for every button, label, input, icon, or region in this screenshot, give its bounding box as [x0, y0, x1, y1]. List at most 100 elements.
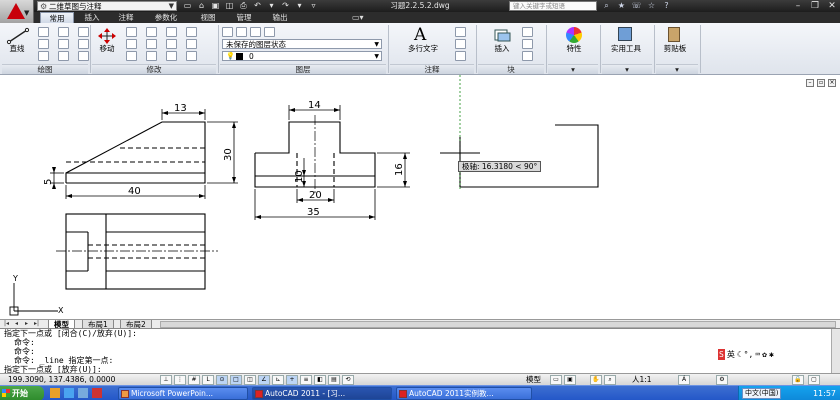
minimize-icon[interactable]: – — [792, 0, 804, 12]
tab-home[interactable]: 常用 — [40, 12, 74, 23]
clean-screen-button[interactable]: ▢ — [808, 375, 820, 385]
properties-panel-label[interactable]: ▾ — [548, 64, 598, 74]
layer-panel-label[interactable]: 图层 — [220, 64, 386, 74]
restore-icon[interactable]: ❐ — [809, 0, 821, 12]
offset-icon[interactable] — [186, 39, 197, 49]
line-tool-icon[interactable] — [6, 27, 30, 45]
zoom-button[interactable]: ⌕ — [604, 375, 616, 385]
point-icon[interactable] — [78, 51, 89, 61]
utilities-icon[interactable] — [618, 27, 632, 41]
horizontal-scrollbar[interactable] — [160, 321, 836, 328]
scale-icon[interactable] — [146, 51, 157, 61]
command-scrollbar[interactable] — [831, 329, 840, 374]
annotation-panel-label[interactable]: 注释 — [390, 64, 474, 74]
edit-block-icon[interactable] — [522, 39, 533, 49]
insert-block-icon[interactable] — [492, 27, 512, 43]
quick-view-drawings-button[interactable]: ▣ — [564, 375, 576, 385]
first-layout-icon[interactable]: |◂ — [2, 320, 11, 328]
last-layout-icon[interactable]: ▸| — [32, 320, 41, 328]
pan-button[interactable]: ✋ — [590, 375, 602, 385]
tab-parametric[interactable]: 参数化 — [146, 12, 186, 23]
polar-tracking-button[interactable]: ⊙ — [216, 375, 228, 385]
ime-mode-icon[interactable]: 英 — [727, 349, 735, 360]
infer-constraints-button[interactable]: ⊥ — [160, 375, 172, 385]
ime-skin-icon[interactable]: ✿ — [762, 349, 767, 360]
array-icon[interactable] — [166, 51, 177, 61]
tab-manage[interactable]: 管理 — [230, 12, 258, 23]
taskbar-item-autocad-1[interactable]: AutoCAD 2011 - [习... — [252, 387, 392, 400]
osnap-button[interactable]: □ — [230, 375, 242, 385]
close-icon[interactable]: ✕ — [826, 0, 838, 12]
lineweight-button[interactable]: ≡ — [300, 375, 312, 385]
spline-icon[interactable] — [78, 27, 89, 37]
ime-keyboard-icon[interactable]: ⌨ — [755, 349, 760, 360]
search-input[interactable]: 键入关键字或短语 — [509, 1, 597, 11]
layer-off-icon[interactable] — [264, 27, 275, 37]
redo-dropdown-icon[interactable]: ▾ — [294, 1, 305, 11]
input-language[interactable]: 中文(中国) — [742, 388, 782, 399]
ribbon-minimize-icon[interactable]: ▭▾ — [352, 12, 364, 23]
rectangle-icon[interactable] — [58, 27, 69, 37]
create-block-icon[interactable] — [522, 27, 533, 37]
ime-settings-icon[interactable]: ✱ — [769, 349, 774, 360]
favorites-icon[interactable]: ☆ — [646, 0, 657, 12]
move-tool-icon[interactable] — [96, 27, 118, 45]
lock-ui-button[interactable]: 🔒 — [792, 375, 804, 385]
grid-button[interactable]: # — [188, 375, 200, 385]
communication-icon[interactable]: ☏ — [631, 0, 642, 12]
open-icon[interactable]: ⌂ — [196, 1, 207, 11]
tab-output[interactable]: 输出 — [266, 12, 294, 23]
arc-icon[interactable] — [38, 51, 49, 61]
ortho-button[interactable]: L — [202, 375, 214, 385]
mirror-icon[interactable] — [146, 39, 157, 49]
ducs-button[interactable]: ⊾ — [272, 375, 284, 385]
annotation-visibility-button[interactable]: Á — [678, 375, 690, 385]
plot-icon[interactable]: ⎙ — [238, 1, 249, 11]
ie-icon[interactable] — [50, 388, 60, 398]
trim-icon[interactable] — [146, 27, 157, 37]
media-icon[interactable] — [78, 388, 88, 398]
sogou-icon[interactable]: S — [718, 349, 725, 360]
layer-iso-icon[interactable] — [236, 27, 247, 37]
undo-dropdown-icon[interactable]: ▾ — [266, 1, 277, 11]
selection-cycling-button[interactable]: ⟲ — [342, 375, 354, 385]
dynamic-input-button[interactable]: + — [286, 375, 298, 385]
rotate-icon[interactable] — [126, 27, 137, 37]
region-icon[interactable] — [78, 39, 89, 49]
tab-insert[interactable]: 插入 — [78, 12, 106, 23]
start-button[interactable]: 开始 — [0, 386, 44, 400]
workspace-select[interactable]: ⚙ 二维草图与注释 ▼ — [37, 1, 177, 11]
linear-dimension-icon[interactable] — [455, 27, 466, 37]
ime-moon-icon[interactable]: ☾ — [737, 349, 742, 360]
taskbar-item-powerpoint[interactable]: Microsoft PowerPoin... — [118, 387, 248, 400]
fillet-icon[interactable] — [166, 39, 177, 49]
prev-layout-icon[interactable]: ◂ — [12, 320, 21, 328]
save-icon[interactable]: ▣ — [210, 1, 221, 11]
draw-panel-label[interactable]: 绘图 — [2, 64, 88, 74]
ime-punct-icon[interactable]: °, — [744, 349, 754, 360]
stretch-icon[interactable] — [126, 51, 137, 61]
mtext-icon[interactable]: A — [414, 25, 426, 45]
drawing-area[interactable]: – ▫ × 13 30 5 40 14 10 16 20 35 Y X 极轴: … — [0, 75, 840, 319]
layer-state-select[interactable]: 未保存的图层状态 ▼ — [222, 39, 382, 49]
utilities-panel-label[interactable]: ▾ — [602, 64, 652, 74]
transparency-button[interactable]: ◧ — [314, 375, 326, 385]
next-layout-icon[interactable]: ▸ — [22, 320, 31, 328]
quick-view-layouts-button[interactable]: ▭ — [550, 375, 562, 385]
workspace-switching-button[interactable]: ⚙ — [716, 375, 728, 385]
current-layer-select[interactable]: 💡 0 ▼ — [222, 51, 382, 61]
snap-mode-button[interactable]: ⋮ — [174, 375, 186, 385]
tab-view[interactable]: 视图 — [194, 12, 222, 23]
hatch-icon[interactable] — [58, 39, 69, 49]
taskbar-item-autocad-2[interactable]: AutoCAD 2011实例教... — [396, 387, 532, 400]
properties-icon[interactable] — [566, 27, 582, 43]
saveas-icon[interactable]: ◫ — [224, 1, 235, 11]
object-tracking-button[interactable]: ∠ — [258, 375, 270, 385]
ellipse-icon[interactable] — [58, 51, 69, 61]
layer-properties-icon[interactable] — [222, 27, 233, 37]
quick-properties-button[interactable]: ▤ — [328, 375, 340, 385]
tab-annotate[interactable]: 注释 — [112, 12, 140, 23]
qat-more-icon[interactable]: ▿ — [308, 1, 319, 11]
clipboard-icon[interactable] — [668, 27, 680, 42]
clock[interactable]: 11:57 — [813, 386, 836, 400]
